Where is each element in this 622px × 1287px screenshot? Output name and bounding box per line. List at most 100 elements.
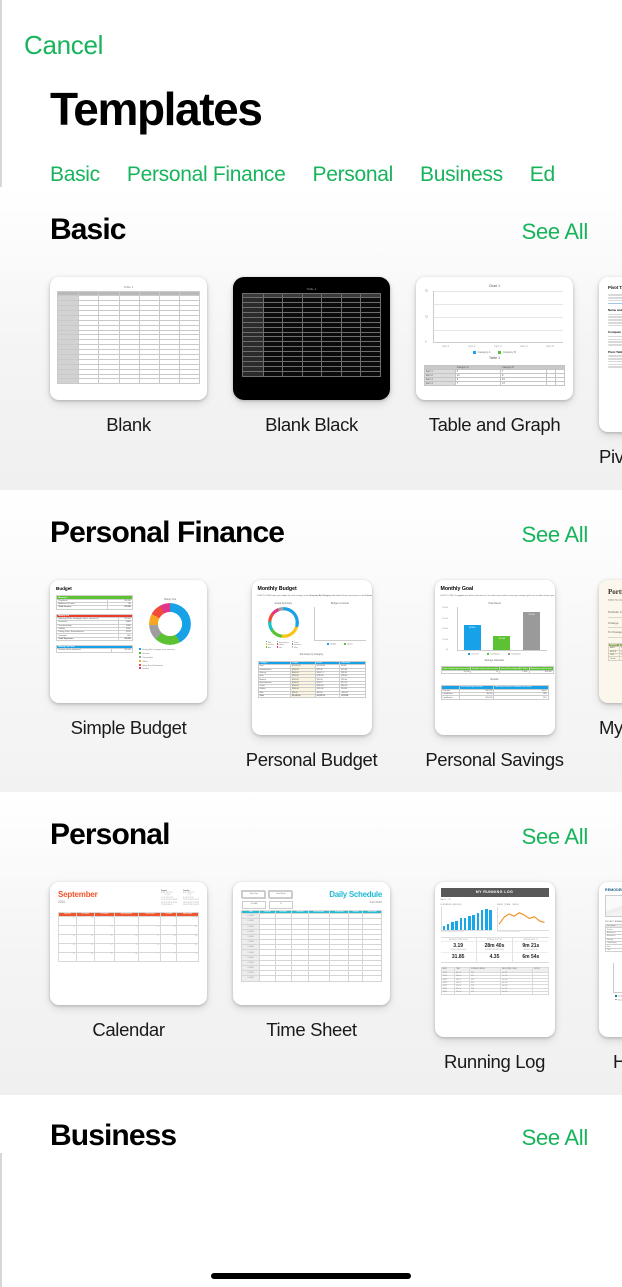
template-card-my-stocks[interactable]: Portfolio HOW TO USE: Stock prices will …: [599, 580, 622, 771]
tab-personal[interactable]: Personal: [313, 163, 394, 187]
page-title: Templates: [50, 83, 263, 135]
tab-business[interactable]: Business: [420, 163, 503, 187]
legend-label-a: Category A: [477, 350, 491, 354]
template-card-time-sheet[interactable]: Start Time 6:00 AM Time Blocks 15 Daily Sc…: [233, 881, 390, 1073]
section-title-basic: Basic: [50, 213, 126, 247]
running-log-chart-right-title: PACE (TIME : MILE): [497, 903, 519, 906]
portfolio-table: Symbol Name Price Day Change % Change Sh…: [607, 642, 622, 661]
see-all-business[interactable]: See All: [522, 1125, 589, 1151]
blank-table-title: Table 1: [123, 285, 134, 290]
template-label-home-renovation: Hor Renov: [613, 1050, 622, 1072]
section-business: Business See All: [0, 1094, 622, 1153]
personal-budget-bar-chart: [314, 607, 366, 642]
template-card-pivot[interactable]: Pivot Ta Name and Ro Compute Sum Pivot T…: [599, 277, 622, 468]
template-label-pivot: Piv: [599, 446, 622, 468]
template-label-calendar: Calendar: [92, 1018, 165, 1040]
blank-black-table-title: Table 1: [306, 287, 317, 292]
graph-x-labels: Item 1 Item 2 Item 3 Item 4 Item 5: [442, 344, 554, 348]
graph-bars: [434, 291, 563, 342]
tab-basic[interactable]: Basic: [50, 163, 100, 187]
template-card-home-renovation[interactable]: REMODEL - PROJECT BU PROJECT BREAKDOWN D…: [599, 881, 622, 1073]
tab-education[interactable]: Ed: [530, 163, 555, 187]
template-card-blank-black[interactable]: Table 1 Blank Black: [233, 277, 390, 468]
money-left-over-table: Money Left Over Income minus expenses $1,…: [55, 644, 134, 653]
personal-budget-title: Monthly Budget: [257, 586, 297, 593]
template-card-calendar[interactable]: September 2020 August S M T W T F S 1 2 …: [50, 881, 207, 1073]
see-all-personal[interactable]: See All: [522, 824, 589, 850]
thumbnail-personal-savings[interactable]: Monthly Goal HOW TO USE: The green cells…: [434, 580, 555, 736]
see-all-personal-finance[interactable]: See All: [522, 522, 589, 548]
home-renovation-bar-chart: [613, 963, 622, 994]
calendar-mini-months: August S M T W T F S 1 2 3 4 5 6 7 8 9 1…: [161, 889, 199, 907]
personal-budget-chart-right-title: Budget vs Actual: [330, 602, 349, 606]
graph-table-title: Table 1: [489, 355, 500, 360]
template-label-blank-black: Blank Black: [265, 414, 358, 436]
thumbnail-blank-black[interactable]: Table 1: [233, 277, 390, 401]
thumbnail-personal-budget[interactable]: Monthly Budget HOW TO USE: Enter your bu…: [251, 580, 372, 736]
money-in-table: Money In Paycheck $2,200 Additional Incom…: [55, 595, 134, 610]
section-personal-finance: Personal Finance See All Budget Money In…: [0, 490, 622, 792]
thumbnail-time-sheet[interactable]: Start Time 6:00 AM Time Blocks 15 Daily Sc…: [233, 881, 390, 1005]
personal-savings-bar-chart: $4,600 $2,400 $7,100: [456, 607, 547, 652]
home-indicator: [211, 1273, 411, 1279]
time-sheet-title: Daily Schedule: [329, 889, 382, 899]
thumbnail-blank[interactable]: Table 1: [50, 277, 207, 401]
template-row-basic[interactable]: Table 1 Blank Table 1 Blank Black Chart …: [0, 247, 622, 468]
template-row-personal-finance[interactable]: Budget Money In Paycheck $2,200 Additiona…: [0, 550, 622, 771]
personal-savings-title: Monthly Goal: [440, 586, 474, 593]
thumbnail-home-renovation[interactable]: REMODEL - PROJECT BU PROJECT BREAKDOWN D…: [599, 881, 622, 1037]
savings-calculator-table: Current amount you have saved Number of y…: [440, 666, 554, 675]
simple-budget-donut-chart: [149, 603, 192, 646]
running-log-chart-left-title: DISTANCE (MILES): [440, 903, 462, 906]
savings-results-title: Results: [490, 678, 499, 682]
home-renovation-chart-title: SUMMARY: [605, 956, 622, 958]
template-card-personal-budget[interactable]: Monthly Budget HOW TO USE: Enter your bu…: [233, 580, 390, 771]
template-label-personal-savings: Personal Savings: [425, 749, 564, 771]
template-card-blank[interactable]: Table 1 Blank: [50, 277, 207, 468]
thumbnail-my-stocks[interactable]: Portfolio HOW TO USE: Stock prices will …: [599, 580, 622, 704]
template-card-simple-budget[interactable]: Budget Money In Paycheck $2,200 Additiona…: [50, 580, 207, 771]
template-card-personal-savings[interactable]: Monthly Goal HOW TO USE: The green cells…: [416, 580, 573, 771]
personal-budget-chart-left-title: Actual Summary: [274, 602, 293, 606]
savings-results-table: Total amount you will save Amount you nee…: [440, 685, 549, 700]
time-sheet-grid: TIME SUNDAY MONDAY TUESDAY WEDNESDAY THU…: [240, 909, 382, 982]
thumbnail-running-log[interactable]: MY RUNNING LOG April 1 – 30 DISTANCE (MI…: [434, 881, 555, 1037]
simple-budget-title: Budget: [56, 586, 72, 592]
cancel-button[interactable]: Cancel: [24, 30, 103, 61]
thumbnail-table-and-graph[interactable]: Chart 1 25 15 5 Item 1 Item 2 Item 3 Ite…: [416, 277, 573, 401]
savings-calculator-title: Savings Calculator: [484, 659, 505, 663]
calendar-month: September: [58, 889, 98, 899]
tab-personal-finance[interactable]: Personal Finance: [127, 163, 286, 187]
home-renovation-images: [605, 894, 622, 917]
time-sheet-inputs: Start Time 6:00 AM Time Blocks 15: [241, 889, 293, 909]
template-label-running-log: Running Log: [443, 1050, 546, 1072]
personal-budget-table: Category Budget Actual Difference Rent $1,20…: [257, 660, 366, 699]
running-log-title: MY RUNNING LOG: [440, 887, 549, 897]
running-log-line-chart: [497, 907, 549, 932]
template-label-time-sheet: Time Sheet: [266, 1018, 357, 1040]
template-row-personal[interactable]: September 2020 August S M T W T F S 1 2 …: [0, 852, 622, 1073]
template-card-running-log[interactable]: MY RUNNING LOG April 1 – 30 DISTANCE (MI…: [416, 881, 573, 1073]
thumbnail-pivot-table[interactable]: Pivot Ta Name and Ro Compute Sum Pivot T…: [599, 277, 622, 433]
sheet-header: Cancel: [0, 0, 622, 61]
thumbnail-calendar[interactable]: September 2020 August S M T W T F S 1 2 …: [50, 881, 207, 1005]
personal-budget-table-title: Summary by Category: [299, 652, 324, 656]
thumbnail-simple-budget[interactable]: Budget Money In Paycheck $2,200 Additiona…: [50, 580, 207, 704]
template-label-my-stocks: My Stoc: [599, 717, 622, 739]
running-log-table: DATE TIME DISTANCE (MILES) PACE (TIME : …: [440, 967, 549, 995]
calendar-grid: SUNDAY MONDAY TUESDAY WEDNESDAY THURSDAY…: [58, 911, 199, 962]
see-all-basic[interactable]: See All: [522, 219, 589, 245]
graph-legend: Category A Category B: [424, 350, 565, 354]
simple-budget-chart-title: Money Out: [164, 598, 176, 602]
portfolio-title: Portfolio: [608, 588, 622, 597]
calendar-year: 2020: [58, 899, 66, 904]
template-label-personal-budget: Personal Budget: [245, 749, 378, 771]
running-log-bar-chart: [440, 907, 492, 932]
stat-average-distance: AVERAGE DISTANCE RUN 3.19 TOTAL DISTANCE…: [440, 938, 477, 963]
template-label-simple-budget: Simple Budget: [70, 717, 187, 739]
time-sheet-subtitle: Fall 2020: [369, 899, 382, 904]
personal-budget-donut-chart: [267, 607, 299, 639]
template-card-table-and-graph[interactable]: Chart 1 25 15 5 Item 1 Item 2 Item 3 Ite…: [416, 277, 573, 468]
running-log-stats: AVERAGE DISTANCE RUN 3.19 TOTAL DISTANCE…: [440, 937, 549, 964]
category-tab-bar[interactable]: Basic Personal Finance Personal Business…: [0, 133, 622, 187]
